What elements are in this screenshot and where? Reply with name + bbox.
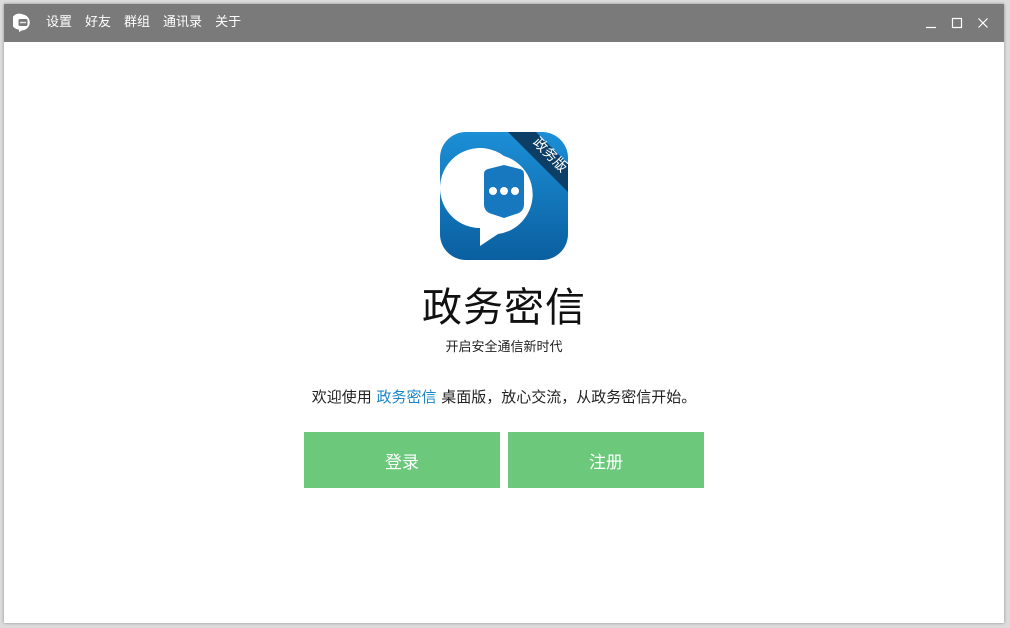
menu-bar: 设置 好友 群组 通讯录 关于 [46,4,254,42]
menu-item-settings[interactable]: 设置 [46,4,72,42]
menu-item-friends[interactable]: 好友 [85,4,111,42]
welcome-message: 欢迎使用 政务密信 桌面版，放心交流，从政务密信开始。 [4,385,1004,409]
app-title: 政务密信 [422,285,586,331]
close-icon[interactable] [970,4,996,42]
welcome-app-link[interactable]: 政务密信 [376,388,436,406]
menu-item-contacts[interactable]: 通讯录 [163,4,202,42]
welcome-prefix: 欢迎使用 [311,388,377,406]
login-button[interactable]: 登录 [304,432,500,488]
menu-item-about[interactable]: 关于 [215,4,241,42]
chat-bubble-icon [11,13,33,33]
title-bar: 设置 好友 群组 通讯录 关于 [4,4,1004,42]
app-logo: 政务版 [440,132,568,260]
welcome-suffix: 桌面版，放心交流，从政务密信开始。 [436,388,697,406]
menu-item-groups[interactable]: 群组 [124,4,150,42]
register-button[interactable]: 注册 [508,432,704,488]
window-controls [918,4,996,42]
maximize-icon[interactable] [944,4,970,42]
minimize-icon[interactable] [918,4,944,42]
app-window: 设置 好友 群组 通讯录 关于 政务版 政务密信 开启安全通信新时代 欢迎使用 … [4,4,1004,623]
app-slogan: 开启安全通信新时代 [445,340,563,355]
